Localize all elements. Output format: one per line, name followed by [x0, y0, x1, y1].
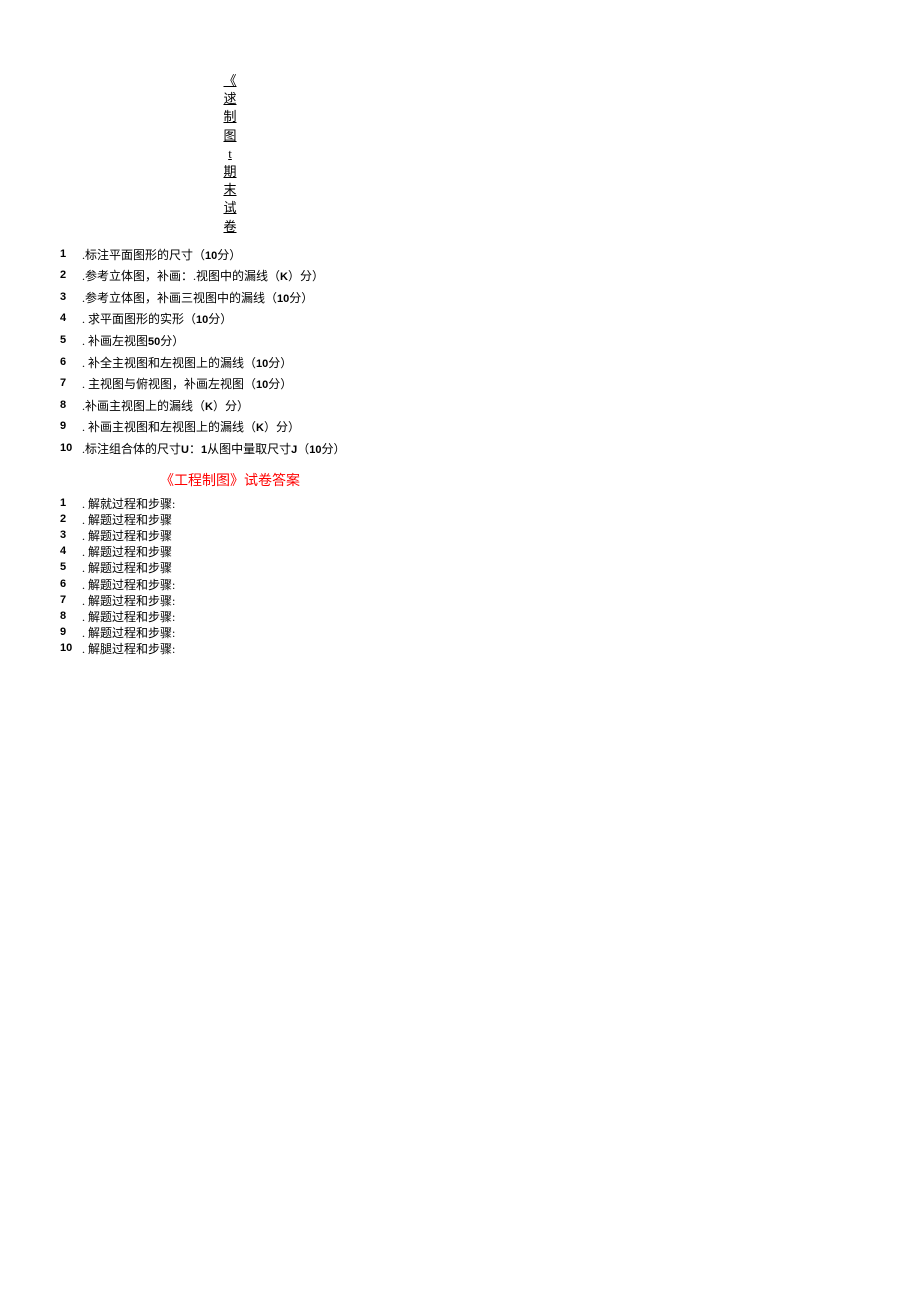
- answer-section-title: 《工程制图》试卷答案: [60, 470, 400, 490]
- answer-text: . 解题过程和步骤: [82, 544, 400, 560]
- question-text: . 补画左视图50分）: [82, 332, 400, 352]
- answer-number: 10: [60, 641, 82, 656]
- question-number: 9: [60, 418, 82, 436]
- title-char: t: [60, 145, 400, 163]
- question-row: 10 .标注组合体的尺寸U：1从图中量取尺寸J（10分）: [60, 440, 400, 460]
- answer-number: 8: [60, 609, 82, 624]
- answer-number: 5: [60, 560, 82, 575]
- question-row: 8 .补画主视图上的漏线（K）分）: [60, 397, 400, 417]
- answer-row: 9 . 解题过程和步骤:: [60, 625, 400, 641]
- title-char: 《: [60, 72, 400, 90]
- answer-number: 7: [60, 593, 82, 608]
- title-char: 逑: [60, 90, 400, 108]
- title-char: 图: [60, 127, 400, 145]
- question-text: .补画主视图上的漏线（K）分）: [82, 397, 400, 417]
- answer-number: 9: [60, 625, 82, 640]
- answer-number: 2: [60, 512, 82, 527]
- question-row: 4 . 求平面图形的实形（10分）: [60, 310, 400, 330]
- question-number: 3: [60, 289, 82, 307]
- answer-row: 8 . 解题过程和步骤:: [60, 609, 400, 625]
- answer-row: 4 . 解题过程和步骤: [60, 544, 400, 560]
- answer-row: 10 . 解腿过程和步骤:: [60, 641, 400, 657]
- answer-text: . 解题过程和步骤: [82, 528, 400, 544]
- answer-row: 3 . 解题过程和步骤: [60, 528, 400, 544]
- answer-number: 1: [60, 496, 82, 511]
- title-char: 试: [60, 199, 400, 217]
- answer-row: 7 . 解题过程和步骤:: [60, 593, 400, 609]
- question-text: . 补画主视图和左视图上的漏线（K）分）: [82, 418, 400, 438]
- title-char: 制: [60, 108, 400, 126]
- question-row: 6 . 补全主视图和左视图上的漏线（10分）: [60, 354, 400, 374]
- questions-list: 1 .标注平面图形的尺寸（10分） 2 .参考立体图，补画：.视图中的漏线（K）…: [60, 246, 400, 460]
- answer-text: . 解就过程和步骤:: [82, 496, 400, 512]
- answer-number: 4: [60, 544, 82, 559]
- answer-row: 5 . 解题过程和步骤: [60, 560, 400, 576]
- question-text: .标注平面图形的尺寸（10分）: [82, 246, 400, 266]
- title-char: 末: [60, 181, 400, 199]
- question-row: 9 . 补画主视图和左视图上的漏线（K）分）: [60, 418, 400, 438]
- question-number: 1: [60, 246, 82, 264]
- question-number: 4: [60, 310, 82, 328]
- answer-text: . 解题过程和步骤:: [82, 577, 400, 593]
- answer-row: 1 . 解就过程和步骤:: [60, 496, 400, 512]
- answers-list: 1 . 解就过程和步骤: 2 . 解题过程和步骤 3 . 解题过程和步骤 4 .…: [60, 496, 400, 658]
- question-text: . 主视图与俯视图，补画左视图（10分）: [82, 375, 400, 395]
- answer-text: . 解题过程和步骤: [82, 560, 400, 576]
- question-row: 2 .参考立体图，补画：.视图中的漏线（K）分）: [60, 267, 400, 287]
- answer-text: . 解题过程和步骤:: [82, 609, 400, 625]
- answer-text: . 解题过程和步骤:: [82, 593, 400, 609]
- question-text: .标注组合体的尺寸U：1从图中量取尺寸J（10分）: [82, 440, 400, 460]
- question-text: .参考立体图，补画三视图中的漏线（10分）: [82, 289, 400, 309]
- title-char: 卷: [60, 218, 400, 236]
- question-number: 6: [60, 354, 82, 372]
- question-row: 1 .标注平面图形的尺寸（10分）: [60, 246, 400, 266]
- question-text: . 求平面图形的实形（10分）: [82, 310, 400, 330]
- answer-text: . 解腿过程和步骤:: [82, 641, 400, 657]
- answer-number: 3: [60, 528, 82, 543]
- question-text: . 补全主视图和左视图上的漏线（10分）: [82, 354, 400, 374]
- question-row: 7 . 主视图与俯视图，补画左视图（10分）: [60, 375, 400, 395]
- question-number: 10: [60, 440, 82, 458]
- answer-row: 2 . 解题过程和步骤: [60, 512, 400, 528]
- answer-row: 6 . 解题过程和步骤:: [60, 577, 400, 593]
- question-number: 8: [60, 397, 82, 415]
- question-number: 5: [60, 332, 82, 350]
- question-number: 7: [60, 375, 82, 393]
- question-row: 3 .参考立体图，补画三视图中的漏线（10分）: [60, 289, 400, 309]
- answer-number: 6: [60, 577, 82, 592]
- document-page: 《 逑 制 图 t 期 末 试 卷 1 .标注平面图形的尺寸（10分） 2 .参…: [0, 0, 460, 698]
- vertical-title: 《 逑 制 图 t 期 末 试 卷: [60, 72, 400, 236]
- question-number: 2: [60, 267, 82, 285]
- answer-text: . 解题过程和步骤: [82, 512, 400, 528]
- answer-text: . 解题过程和步骤:: [82, 625, 400, 641]
- question-row: 5 . 补画左视图50分）: [60, 332, 400, 352]
- title-char: 期: [60, 163, 400, 181]
- question-text: .参考立体图，补画：.视图中的漏线（K）分）: [82, 267, 400, 287]
